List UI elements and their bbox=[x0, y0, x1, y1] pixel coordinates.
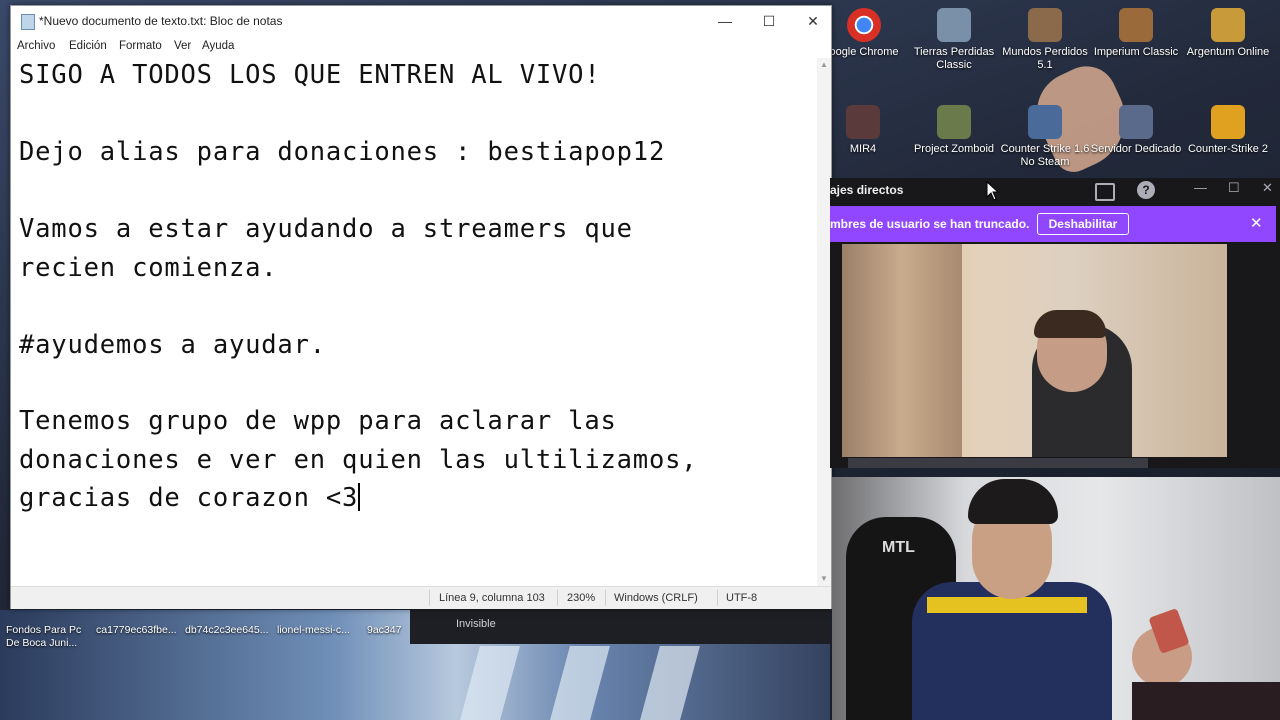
desktop-icon-argentum-online[interactable]: Argentum Online bbox=[1182, 8, 1274, 59]
desktop-file-messi[interactable]: lionel-messi-c... bbox=[277, 624, 350, 637]
cs-icon bbox=[1028, 105, 1062, 139]
chat-window[interactable]: ajes directos ? — ☐ ✕ mbres de usuario s… bbox=[830, 178, 1280, 468]
menu-ver[interactable]: Ver bbox=[174, 40, 191, 52]
scroll-down-icon[interactable]: ▼ bbox=[820, 574, 828, 583]
chair-logo-text: MTL bbox=[882, 539, 915, 556]
game-icon bbox=[937, 8, 971, 42]
text-line: #ayudemos a ayudar. bbox=[19, 330, 326, 360]
disable-button[interactable]: Deshabilitar bbox=[1037, 213, 1129, 235]
help-icon[interactable]: ? bbox=[1137, 181, 1155, 199]
notepad-window[interactable]: *Nuevo documento de texto.txt: Bloc de n… bbox=[10, 5, 832, 609]
chat-maximize-button[interactable]: ☐ bbox=[1228, 180, 1240, 196]
banner-close-icon[interactable]: ✕ bbox=[1250, 214, 1263, 232]
window-title: *Nuevo documento de texto.txt: Bloc de n… bbox=[39, 14, 283, 28]
text-line: Tenemos grupo de wpp para aclarar las bbox=[19, 406, 617, 436]
desktop-icon-counter-strike-16[interactable]: Counter Strike 1.6 No Steam bbox=[999, 105, 1091, 169]
desktop-icon-tierras-perdidas[interactable]: Tierras Perdidas Classic bbox=[908, 8, 1000, 72]
minimize-button[interactable]: — bbox=[703, 6, 747, 36]
chat-minimize-button[interactable]: — bbox=[1194, 180, 1207, 195]
text-line-last: gracias de corazon <3 bbox=[19, 483, 360, 513]
status-label: Invisible bbox=[456, 618, 496, 630]
text-line: Vamos a estar ayudando a streamers que bbox=[19, 214, 633, 244]
desktop-file-fondos[interactable]: Fondos Para Pc De Boca Juni... bbox=[6, 624, 86, 650]
desktop-icon-servidor-dedicado[interactable]: Servidor Dedicado bbox=[1090, 105, 1182, 156]
scroll-up-icon[interactable]: ▲ bbox=[820, 60, 828, 69]
text-line: SIGO A TODOS LOS QUE ENTREN AL VIVO! bbox=[19, 60, 601, 90]
notice-banner: mbres de usuario se han truncado. Deshab… bbox=[830, 206, 1276, 242]
chat-close-button[interactable]: ✕ bbox=[1262, 180, 1273, 196]
game-icon bbox=[846, 105, 880, 139]
chat-message-preview bbox=[848, 458, 1148, 468]
game-icon bbox=[1119, 8, 1153, 42]
menu-archivo[interactable]: Archivo bbox=[17, 40, 55, 52]
desktop-file-image-1[interactable]: ca1779ec63fbe... bbox=[96, 624, 177, 637]
banner-text: mbres de usuario se han truncado. bbox=[830, 217, 1030, 231]
game-icon bbox=[937, 105, 971, 139]
vertical-scrollbar[interactable]: ▲ ▼ bbox=[817, 58, 831, 586]
popout-icon[interactable] bbox=[1095, 183, 1115, 201]
streamer-facecam: MTL bbox=[832, 477, 1280, 720]
status-bar: Línea 9, columna 103 230% Windows (CRLF)… bbox=[11, 586, 831, 609]
cs-icon bbox=[1119, 105, 1153, 139]
text-caret bbox=[358, 483, 360, 511]
text-line: Dejo alias para donaciones : bestiapop12 bbox=[19, 137, 666, 167]
keyboard bbox=[1132, 682, 1280, 720]
cursor-position: Línea 9, columna 103 bbox=[439, 592, 545, 604]
chrome-icon bbox=[847, 8, 881, 42]
game-icon bbox=[1028, 8, 1062, 42]
menu-bar: Archivo Edición Formato Ver Ayuda bbox=[11, 36, 831, 58]
desktop-icon-project-zomboid[interactable]: Project Zomboid bbox=[908, 105, 1000, 156]
desktop-file-image-3[interactable]: 9ac347 bbox=[367, 624, 401, 637]
close-button[interactable]: ✕ bbox=[791, 6, 835, 36]
desktop-icon-counter-strike-2[interactable]: Counter-Strike 2 bbox=[1182, 105, 1274, 156]
line-ending: Windows (CRLF) bbox=[614, 592, 698, 604]
maximize-button[interactable]: ☐ bbox=[747, 6, 791, 36]
text-editor[interactable]: SIGO A TODOS LOS QUE ENTREN AL VIVO! Dej… bbox=[11, 58, 817, 586]
stream-toolbar: Invisible bbox=[410, 608, 830, 644]
game-icon bbox=[1211, 8, 1245, 42]
video-call-feed bbox=[842, 244, 1227, 457]
text-line: recien comienza. bbox=[19, 253, 278, 283]
desktop-icon-imperium-classic[interactable]: Imperium Classic bbox=[1090, 8, 1182, 59]
cs2-icon bbox=[1211, 105, 1245, 139]
title-bar[interactable]: *Nuevo documento de texto.txt: Bloc de n… bbox=[11, 6, 831, 36]
notepad-icon bbox=[21, 14, 35, 30]
mouse-cursor-icon bbox=[986, 181, 1000, 201]
encoding: UTF-8 bbox=[726, 592, 758, 604]
zoom-level: 230% bbox=[567, 592, 596, 604]
desktop-file-image-2[interactable]: db74c2c3ee645... bbox=[185, 624, 269, 637]
menu-formato[interactable]: Formato bbox=[119, 40, 162, 52]
menu-edicion[interactable]: Edición bbox=[69, 40, 107, 52]
chat-title: ajes directos bbox=[830, 183, 904, 197]
text-line: donaciones e ver en quien las ultilizamo… bbox=[19, 445, 698, 475]
menu-ayuda[interactable]: Ayuda bbox=[202, 40, 234, 52]
desktop-icon-mundos-perdidos[interactable]: Mundos Perdidos 5.1 bbox=[999, 8, 1091, 72]
